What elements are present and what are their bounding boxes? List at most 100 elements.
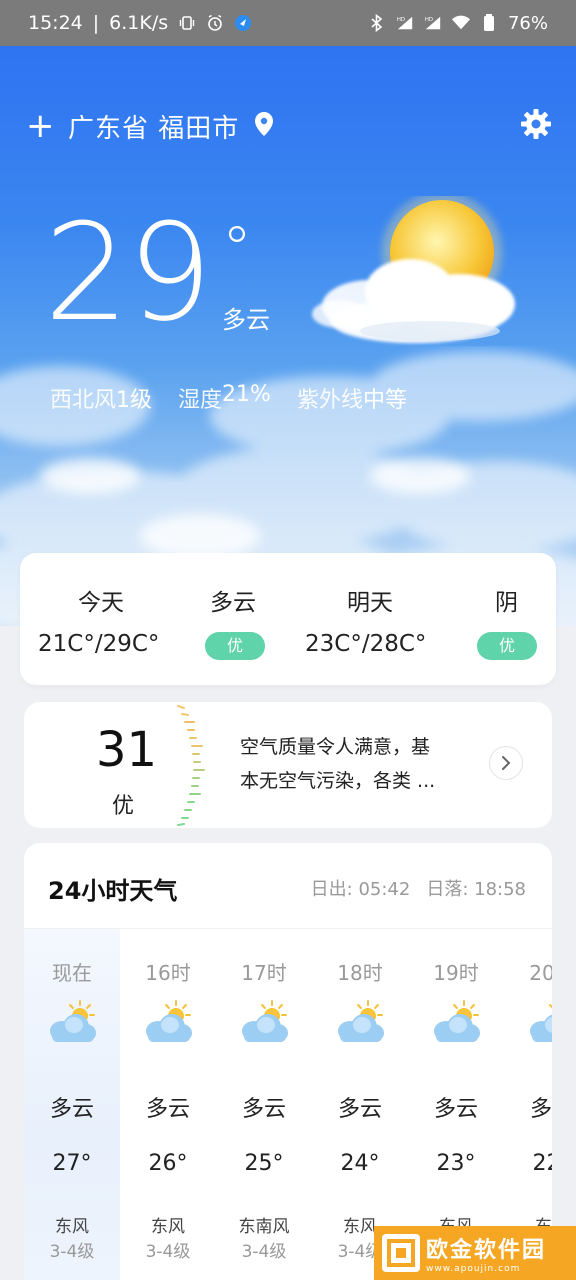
wind-value: 1级 — [116, 388, 153, 413]
status-separator: | — [92, 12, 100, 34]
partly-cloudy-icon — [312, 196, 515, 343]
partly-cloudy-icon — [334, 999, 386, 1045]
status-network-speed: 6.1K/s — [109, 12, 169, 34]
hourly-temperature: 25° — [244, 1151, 284, 1176]
today-label: 今天 — [78, 590, 124, 616]
chevron-right-icon — [502, 756, 511, 770]
plus-icon[interactable]: + — [26, 109, 55, 143]
signal-hd-1-icon: HD — [396, 14, 414, 32]
sunset-time: 日落: 18:58 — [426, 879, 526, 900]
hourly-time: 16时 — [145, 961, 191, 985]
tomorrow-condition: 阴 — [495, 590, 518, 616]
uv-value: 中等 — [362, 388, 407, 413]
hourly-wind: 东南风 — [238, 1217, 290, 1237]
tomorrow-label: 明天 — [347, 590, 393, 616]
weather-hero: + 广东省 福田市 29 ° 多云 西北风 1级 湿度 21% 紫外线 中等 — [0, 46, 576, 626]
partly-cloudy-icon — [430, 999, 482, 1045]
humidity-info: 湿度 21% — [178, 382, 271, 414]
hourly-temperature: 27° — [52, 1151, 92, 1176]
hourly-time: 17时 — [241, 961, 287, 985]
hourly-item[interactable]: 现在多云 27° 东风 3-4级 — [24, 929, 120, 1280]
hourly-time: 20时 — [529, 961, 552, 985]
status-right: HD HD 76% — [368, 13, 548, 34]
aqi-value: 31 — [96, 722, 158, 778]
today-condition: 多云 — [210, 590, 256, 616]
hourly-wind-level: 3-4级 — [145, 1242, 191, 1262]
hourly-time: 18时 — [337, 961, 383, 985]
today-forecast[interactable]: 今天 多云 21C°/29C° 优 — [20, 553, 288, 685]
daily-forecast-card[interactable]: 今天 多云 21C°/29C° 优 明天 阴 23C°/28C° 优 — [20, 553, 556, 685]
humidity-value: 21% — [222, 382, 271, 407]
app-notification-icon — [234, 14, 252, 32]
top-bar: + 广东省 福田市 — [26, 106, 552, 146]
hourly-condition: 多云 — [433, 1097, 478, 1122]
bluetooth-icon — [368, 14, 386, 32]
status-left: 15:24 | 6.1K/s — [28, 12, 252, 34]
gear-icon[interactable] — [520, 108, 552, 144]
aqi-detail-button[interactable] — [489, 746, 523, 780]
hourly-condition: 多云 — [49, 1097, 94, 1122]
alarm-icon — [206, 14, 224, 32]
wind-info: 西北风 1级 — [50, 382, 152, 414]
hourly-temperature: 26° — [148, 1151, 188, 1176]
wind-label: 西北风 — [50, 388, 117, 413]
hourly-wind-level: 3-4级 — [49, 1242, 95, 1262]
hourly-temperature: 23° — [436, 1151, 476, 1176]
aqi-description-line1: 空气质量令人满意，基 — [240, 736, 431, 758]
svg-text:HD: HD — [425, 17, 433, 23]
status-bar: 15:24 | 6.1K/s HD HD 76% — [0, 0, 576, 46]
air-quality-card[interactable]: 31 优 空气质量令人满意，基 本无空气污染，各类 ... — [24, 702, 552, 828]
watermark-title: 欧金软件园 — [426, 1238, 547, 1263]
battery-percent: 76% — [507, 12, 548, 34]
wifi-icon — [451, 14, 470, 32]
hourly-temperature: 22° — [532, 1151, 553, 1176]
hourly-condition: 多云 — [337, 1097, 382, 1122]
location-group: + 广东省 福田市 — [26, 108, 275, 145]
humidity-label: 湿度 — [178, 388, 223, 413]
hourly-time: 19时 — [433, 961, 479, 985]
status-time: 15:24 — [28, 12, 83, 34]
uv-label: 紫外线 — [296, 388, 363, 413]
tomorrow-aqi-badge: 优 — [477, 632, 537, 660]
hourly-wind: 东风 — [151, 1217, 185, 1237]
degree-symbol: ° — [222, 214, 252, 284]
current-condition: 多云 — [222, 306, 270, 334]
hourly-title: 24小时天气 — [48, 877, 178, 905]
battery-icon — [480, 14, 498, 32]
vibrate-icon — [178, 14, 196, 32]
watermark-icon — [382, 1234, 420, 1272]
current-temperature: 29 — [44, 195, 213, 351]
tomorrow-forecast[interactable]: 明天 阴 23C°/28C° 优 — [288, 553, 556, 685]
aqi-level: 优 — [112, 794, 135, 819]
svg-text:HD: HD — [397, 17, 405, 23]
hourly-time: 现在 — [52, 961, 92, 985]
partly-cloudy-icon — [238, 999, 290, 1045]
sunrise-time: 日出: 05:42 — [310, 879, 411, 900]
today-temp-range: 21C°/29C° — [38, 631, 160, 657]
partly-cloudy-icon — [526, 999, 552, 1045]
signal-hd-2-icon: HD — [424, 14, 442, 32]
location-label[interactable]: 广东省 福田市 — [68, 108, 239, 145]
hourly-wind-level: 3-4级 — [241, 1242, 287, 1262]
aqi-description-line2: 本无空气污染，各类 ... — [240, 770, 436, 792]
weather-meta: 西北风 1级 湿度 21% 紫外线 中等 — [50, 382, 407, 414]
watermark-url: www.apoujin.com — [426, 1264, 521, 1274]
hourly-temperature: 24° — [340, 1151, 380, 1176]
watermark-text: 欧金软件园 www.apoujin.com — [426, 1232, 546, 1274]
uv-info: 紫外线 中等 — [297, 382, 407, 414]
hourly-wind: 东风 — [55, 1217, 89, 1237]
aqi-gauge — [177, 705, 205, 826]
watermark-logo: 欧金软件园 www.apoujin.com — [374, 1226, 576, 1280]
location-pin-icon[interactable] — [253, 111, 275, 141]
hourly-item[interactable]: 16时多云 26° 东风 3-4级 — [120, 929, 216, 1280]
partly-cloudy-icon — [46, 999, 98, 1045]
hourly-condition: 多云 — [529, 1097, 552, 1122]
sun-times: 日出: 05:42 日落: 18:58 — [311, 875, 526, 901]
today-aqi-badge: 优 — [205, 632, 265, 660]
tomorrow-temp-range: 23C°/28C° — [305, 631, 427, 657]
partly-cloudy-icon — [142, 999, 194, 1045]
hourly-condition: 多云 — [145, 1097, 190, 1122]
aqi-description: 空气质量令人满意，基 本无空气污染，各类 ... — [240, 730, 470, 798]
hourly-item[interactable]: 17时 多云 25° 东南风 3-4级 — [216, 929, 312, 1280]
hourly-forecast-card: 24小时天气 日出: 05:42 日落: 18:58 现在多云 27° 东风 3-4级… — [24, 843, 552, 1280]
